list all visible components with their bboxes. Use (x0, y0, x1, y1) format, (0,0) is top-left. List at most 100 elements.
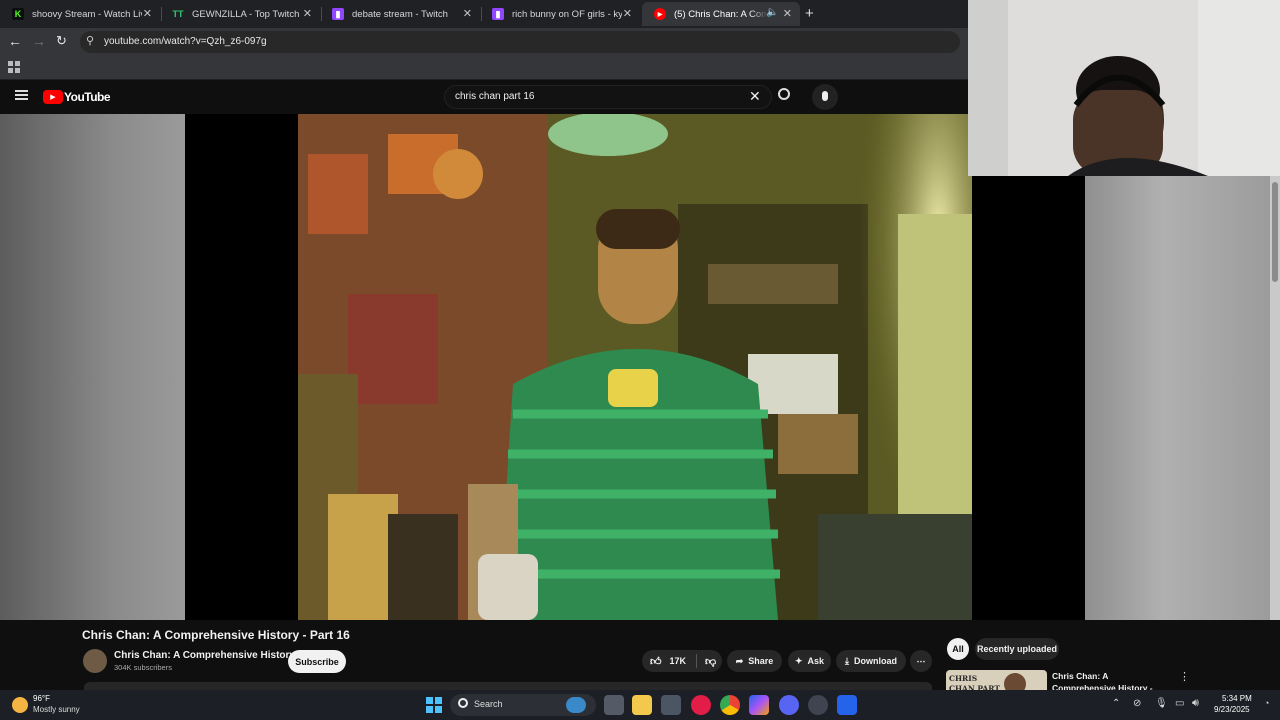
search-value[interactable]: chris chan part 16 (455, 91, 535, 102)
discord-icon[interactable] (779, 695, 799, 715)
network-off-icon[interactable]: ⊘ (1133, 698, 1141, 709)
like-icon[interactable]: 👍︎ (650, 655, 662, 668)
more-icon: ⋯ (916, 655, 926, 666)
youtube-icon: ▶ (654, 8, 666, 20)
url-text[interactable]: youtube.com/watch?v=Qzh_z6-097g (104, 36, 267, 47)
clear-search-icon[interactable]: ✕ (749, 88, 761, 105)
close-icon[interactable]: ✕ (783, 7, 792, 20)
more-actions-button[interactable]: ⋯ (910, 650, 932, 672)
back-icon[interactable]: ← (8, 33, 22, 49)
obs-icon[interactable] (808, 695, 828, 715)
recommended-thumbnail[interactable]: CHRIS CHAN PART LX (946, 670, 1047, 690)
record-app-icon[interactable] (691, 695, 711, 715)
download-icon: ⤓ (845, 655, 849, 666)
mic-icon[interactable]: 🎙︎ (1155, 698, 1168, 709)
share-icon: ➦ (735, 655, 744, 666)
settings-icon[interactable] (661, 695, 681, 715)
taskbar-search[interactable]: Search (450, 694, 596, 716)
dislike-icon[interactable]: 👎︎ (705, 655, 716, 668)
tab-title: rich bunny on OF girls - kyoot (512, 8, 622, 20)
close-icon[interactable]: ✕ (463, 7, 472, 20)
chrome-icon[interactable] (720, 695, 740, 715)
tray-overflow-icon[interactable]: ⌃ (1112, 698, 1120, 709)
tab-title: (5) Chris Chan: A Comprehe (674, 8, 768, 20)
tab-kick[interactable]: K shoovy Stream - Watch Live on ✕ (0, 2, 160, 26)
tt-icon: TT (172, 8, 184, 20)
tab-youtube-active[interactable]: ▶ (5) Chris Chan: A Comprehe 🔈 ✕ (642, 2, 800, 26)
menu-icon[interactable] (15, 90, 28, 100)
tab-rich-bunny[interactable]: ▮ rich bunny on OF girls - kyoot ✕ (480, 2, 640, 26)
desktop-background-left (0, 114, 185, 620)
chip-all[interactable]: All (947, 638, 969, 660)
youtube-header: ▶ YouTube chris chan part 16 ✕ (0, 80, 968, 114)
recommended-menu-icon[interactable]: ⋮ (1179, 670, 1190, 683)
navigation-bar: ← → ↻ ⚲ youtube.com/watch?v=Qzh_z6-097g (0, 28, 968, 56)
bookmarks-bar (0, 56, 968, 80)
channel-avatar[interactable] (83, 649, 107, 673)
weather-desc[interactable]: Mostly sunny (33, 705, 80, 714)
volume-icon[interactable]: 🔊︎ (1192, 697, 1199, 710)
close-icon[interactable]: ✕ (303, 7, 312, 20)
mic-icon (822, 91, 828, 101)
copilot-icon[interactable] (749, 695, 769, 715)
share-button[interactable]: ➦ Share (727, 650, 782, 672)
ask-button[interactable]: ✦ Ask (788, 650, 831, 672)
search-input[interactable]: chris chan part 16 ✕ (444, 85, 772, 109)
youtube-logo-text[interactable]: YouTube (64, 90, 111, 104)
subscriber-count: 304K subscribers (114, 663, 172, 672)
taskbar-search-label: Search (474, 699, 503, 709)
tab-title: shoovy Stream - Watch Live on (32, 8, 142, 20)
chip-recently-uploaded[interactable]: Recently uploaded (975, 638, 1059, 660)
new-tab-icon[interactable]: + (805, 5, 814, 22)
video-title: Chris Chan: A Comprehensive History - Pa… (82, 628, 350, 642)
ask-label: Ask (807, 656, 825, 666)
voice-search-button[interactable] (812, 84, 838, 110)
notification-icon[interactable]: ◔ (1264, 698, 1269, 708)
apps-icon[interactable] (8, 61, 20, 73)
tab-debate-stream[interactable]: ▮ debate stream - Twitch ✕ (320, 2, 480, 26)
video-player[interactable] (185, 114, 1085, 620)
address-bar[interactable]: ⚲ youtube.com/watch?v=Qzh_z6-097g (80, 31, 960, 53)
close-icon[interactable]: ✕ (623, 7, 632, 20)
task-view-icon[interactable] (604, 695, 624, 715)
scrollbar-thumb[interactable] (1272, 182, 1278, 282)
like-count[interactable]: 17K (670, 656, 687, 666)
site-info-icon[interactable]: ⚲ (86, 34, 94, 47)
tab-gewnzilla[interactable]: TT GEWNZILLA - Top Twitch Clips ✕ (160, 2, 320, 26)
download-button[interactable]: ⤓ Download (836, 650, 906, 672)
sun-icon[interactable] (12, 697, 28, 713)
search-icon (458, 698, 468, 708)
subscribe-button[interactable]: Subscribe (288, 650, 346, 673)
video-frame[interactable] (298, 114, 972, 620)
thumbnail-person (1004, 673, 1026, 690)
recommended-title[interactable]: Chris Chan: A Comprehensive History - Pa… (1052, 670, 1170, 690)
thumbnail-text: CHRIS CHAN PART LX (949, 674, 1000, 690)
close-icon[interactable]: ✕ (143, 7, 152, 20)
display-icon[interactable]: ▭ (1175, 698, 1184, 709)
youtube-logo-icon[interactable]: ▶ (43, 90, 63, 104)
desktop-background-right (1085, 176, 1280, 620)
tab-title: GEWNZILLA - Top Twitch Clips (192, 8, 302, 20)
windows-start-icon[interactable] (426, 697, 442, 713)
like-dislike-group: 👍︎ 17K 👎︎ (642, 650, 722, 672)
twitch-icon: ▮ (492, 8, 504, 20)
webcam-feed (968, 0, 1280, 176)
reload-icon[interactable]: ↻ (56, 33, 67, 49)
app-icon[interactable] (837, 695, 857, 715)
tab-strip: K shoovy Stream - Watch Live on ✕ TT GEW… (0, 0, 968, 28)
webcam-overlay (968, 0, 1280, 176)
taskbar: 96°F Mostly sunny Search ⌃ ⊘ 🎙︎ ▭ 🔊︎ 5:3… (0, 690, 1280, 720)
clock-date[interactable]: 9/23/2025 (1214, 705, 1250, 714)
clock-time[interactable]: 5:34 PM (1222, 694, 1252, 703)
weather-temp[interactable]: 96°F (33, 694, 50, 703)
video-details: Chris Chan: A Comprehensive History - Pa… (0, 620, 1280, 690)
search-icon[interactable] (778, 88, 790, 100)
description-box[interactable] (84, 682, 932, 690)
file-explorer-icon[interactable] (632, 695, 652, 715)
sparkle-icon: ✦ (794, 655, 803, 666)
forward-icon[interactable]: → (32, 33, 46, 49)
speaker-icon[interactable]: 🔈 (766, 7, 778, 18)
channel-name[interactable]: Chris Chan: A Comprehensive History (114, 650, 295, 661)
download-label: Download (853, 656, 897, 666)
share-label: Share (748, 656, 774, 666)
